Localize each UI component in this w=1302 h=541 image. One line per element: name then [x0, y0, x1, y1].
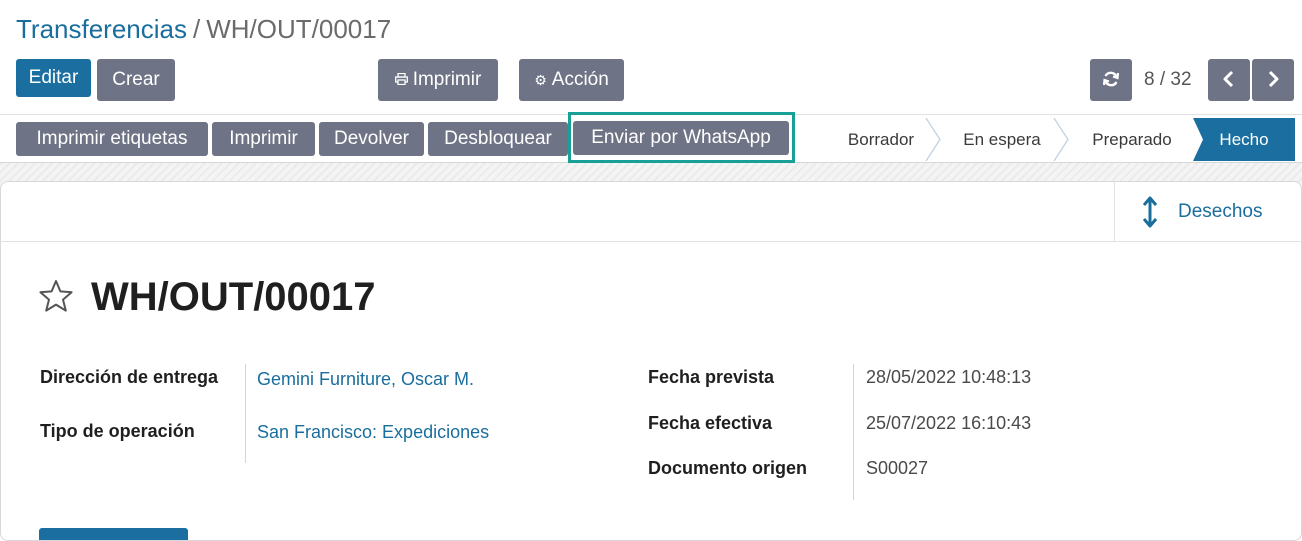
print-label: Imprimir — [412, 69, 482, 90]
stage-separator-icon — [925, 118, 941, 161]
operation-type-link[interactable]: San Francisco: Expediciones — [257, 419, 489, 446]
effective-date-value: 25/07/2022 16:10:43 — [866, 413, 1032, 433]
breadcrumb: Transferencias / WH/OUT/00017 — [16, 12, 391, 46]
pager-value[interactable]: 8 / 32 — [1144, 66, 1192, 94]
status-stages: Borrador En espera Preparado Hecho — [828, 118, 1298, 161]
pager-previous-button[interactable] — [1208, 59, 1250, 101]
refresh-icon — [1102, 70, 1120, 91]
source-document-label: Documento origen — [648, 458, 808, 478]
breadcrumb-separator: / — [193, 14, 201, 44]
stage-active-notch — [1193, 118, 1203, 161]
print-icon — [394, 72, 408, 88]
print-dropdown-button[interactable]: Imprimir — [378, 59, 498, 101]
form-sheet — [0, 181, 1302, 541]
delivery-address-link[interactable]: Gemini Furniture, Oscar M. — [257, 366, 474, 393]
vertical-arrows-icon — [1142, 196, 1158, 228]
return-button[interactable]: Devolver — [319, 122, 424, 156]
scheduled-date-value: 28/05/2022 10:48:13 — [866, 367, 1032, 387]
field-separator — [245, 364, 246, 463]
print-button[interactable]: Imprimir — [212, 122, 315, 156]
chevron-right-icon — [1266, 70, 1280, 91]
unlock-button[interactable]: Desbloquear — [428, 122, 568, 156]
pager-next-button[interactable] — [1252, 59, 1294, 101]
reload-button[interactable] — [1090, 59, 1132, 101]
stage-hecho-active[interactable]: Hecho — [1193, 118, 1295, 161]
effective-date-label: Fecha efectiva — [648, 413, 773, 433]
chevron-left-icon — [1222, 70, 1236, 91]
stage-separator-icon — [1053, 118, 1069, 161]
record-title: WH/OUT/00017 — [91, 275, 376, 319]
action-dropdown-button[interactable]: ⚙ Acción — [519, 59, 624, 101]
action-label: Acción — [551, 69, 609, 90]
delivery-address-label: Dirección de entrega — [40, 367, 219, 387]
scrap-label: Desechos — [1178, 201, 1263, 222]
source-document-value: S00027 — [866, 458, 929, 478]
stage-borrador[interactable]: Borrador — [828, 118, 934, 161]
gear-icon: ⚙ — [534, 71, 547, 88]
button-box-divider — [0, 241, 1302, 242]
smart-button-separator — [1114, 182, 1115, 241]
create-button[interactable]: Crear — [97, 59, 175, 101]
whatsapp-button-highlight — [568, 112, 795, 163]
breadcrumb-current: WH/OUT/00017 — [206, 14, 392, 44]
field-separator — [853, 364, 854, 500]
stage-preparado[interactable]: Preparado — [1072, 118, 1192, 161]
operation-type-label: Tipo de operación — [40, 421, 195, 441]
star-outline-icon[interactable] — [38, 279, 74, 318]
scrap-smart-button[interactable]: Desechos — [1140, 196, 1263, 228]
breadcrumb-link-transferencias[interactable]: Transferencias — [16, 14, 187, 44]
stage-en-espera[interactable]: En espera — [942, 118, 1062, 161]
scheduled-date-label: Fecha prevista — [648, 367, 775, 387]
print-labels-button[interactable]: Imprimir etiquetas — [16, 122, 208, 156]
edit-button[interactable]: Editar — [16, 59, 91, 97]
partially-visible-button[interactable] — [39, 528, 188, 540]
